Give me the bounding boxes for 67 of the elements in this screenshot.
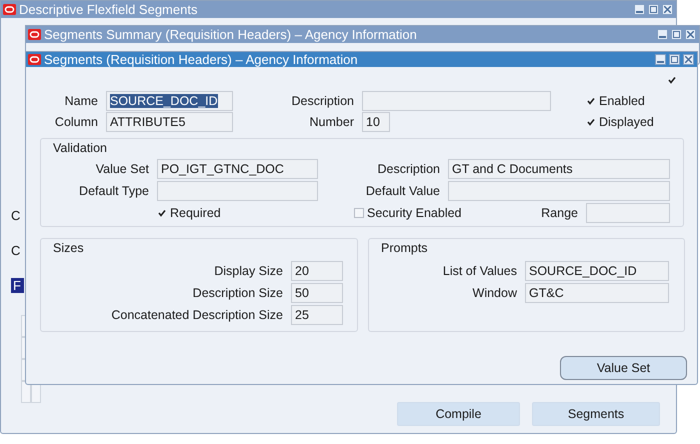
- text-field[interactable]: 50: [291, 283, 343, 303]
- field-label: Description Size: [192, 286, 283, 300]
- close-button[interactable]: [685, 29, 696, 40]
- window-title: Segments Summary (Requisition Headers) – Agency Information: [44, 27, 418, 42]
- close-button[interactable]: [683, 54, 694, 65]
- check-icon: [668, 76, 676, 84]
- text-field[interactable]: GT and C Documents: [448, 159, 670, 179]
- field-label: Default Value: [366, 184, 440, 198]
- maximize-button[interactable]: [648, 4, 659, 15]
- window-title: Descriptive Flexfield Segments: [19, 2, 198, 17]
- push-button[interactable]: Segments: [532, 402, 660, 426]
- checkbox[interactable]: Required: [157, 206, 221, 220]
- text-field[interactable]: [157, 181, 318, 201]
- group-title: Sizes: [52, 240, 85, 255]
- text-field[interactable]: SOURCE_DOC_ID: [525, 261, 669, 281]
- field-label: Description: [377, 162, 440, 176]
- maximize-button[interactable]: [671, 29, 682, 40]
- close-icon: [685, 56, 692, 63]
- field-label: Range: [541, 206, 578, 220]
- close-icon: [687, 31, 694, 38]
- field-label: Value Set: [96, 162, 149, 176]
- close-icon: [664, 6, 671, 13]
- checkbox[interactable]: Enabled: [586, 94, 645, 108]
- text-field[interactable]: GT&C: [525, 283, 669, 303]
- close-button[interactable]: [662, 4, 673, 15]
- minimize-button[interactable]: [634, 4, 645, 15]
- checkbox[interactable]: Displayed: [586, 115, 654, 129]
- maximize-button[interactable]: [669, 54, 680, 65]
- text-field[interactable]: ATTRIBUTE5: [106, 112, 233, 132]
- label: C: [11, 208, 20, 223]
- label: C: [11, 243, 20, 258]
- group-title: Validation: [52, 140, 108, 155]
- text-field[interactable]: 25: [291, 305, 343, 325]
- text-field[interactable]: [448, 181, 670, 201]
- check-icon: [587, 97, 595, 105]
- field-label: Description: [291, 94, 354, 108]
- minimize-button[interactable]: [655, 54, 666, 65]
- check-icon: [587, 118, 595, 126]
- app-icon: [3, 4, 16, 15]
- check-icon: [158, 209, 166, 217]
- text-field[interactable]: PO_IGT_GTNC_DOC: [157, 159, 318, 179]
- text-field[interactable]: [362, 91, 551, 111]
- field-label: Column: [54, 115, 98, 129]
- app-icon: [28, 54, 41, 65]
- maximize-icon: [673, 31, 680, 38]
- minimize-button[interactable]: [657, 29, 668, 40]
- field-label: Default Type: [79, 184, 149, 198]
- checkbox[interactable]: [667, 75, 677, 85]
- text-field[interactable]: 20: [291, 261, 343, 281]
- push-button[interactable]: Compile: [397, 402, 520, 426]
- maximize-icon: [671, 56, 678, 63]
- value-set-button[interactable]: Value Set: [560, 356, 687, 380]
- maximize-icon: [650, 6, 657, 13]
- field-label: Name: [64, 94, 98, 108]
- field-label: Display Size: [214, 264, 283, 278]
- text-field[interactable]: [586, 203, 670, 223]
- field-label: Window: [472, 286, 517, 300]
- app-icon: [28, 29, 41, 40]
- text-field[interactable]: SOURCE_DOC_ID: [106, 91, 233, 111]
- checkbox[interactable]: Security Enabled: [354, 206, 462, 220]
- text-field[interactable]: 10: [362, 112, 390, 132]
- group-title: Prompts: [380, 240, 429, 255]
- selected-record[interactable]: F: [11, 278, 24, 293]
- field-label: Number: [310, 115, 354, 129]
- window-title: Segments (Requisition Headers) – Agency Information: [44, 52, 359, 67]
- field-label: List of Values: [442, 264, 517, 278]
- field-label: Concatenated Description Size: [111, 308, 283, 322]
